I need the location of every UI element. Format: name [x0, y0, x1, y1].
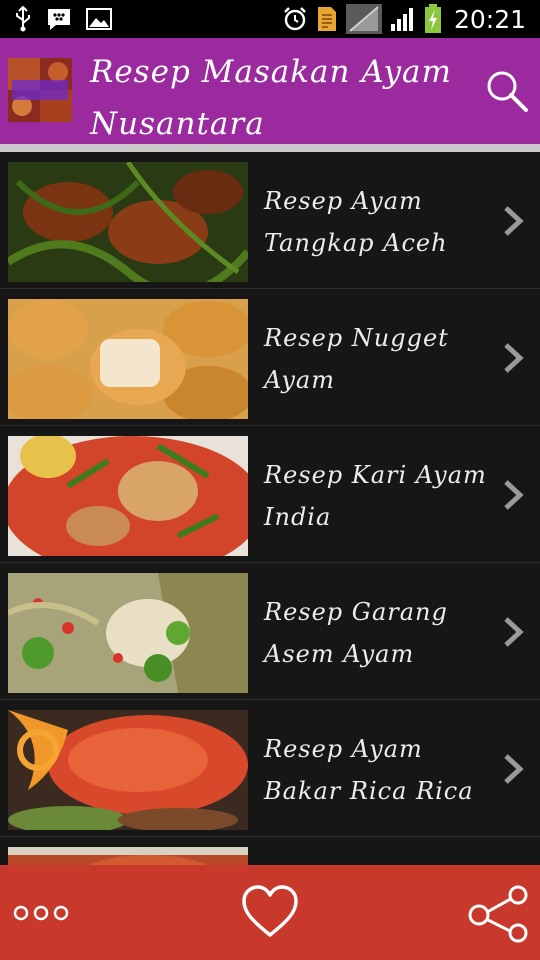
- bottom-action-bar: [0, 865, 540, 960]
- list-item[interactable]: Resep Kari Ayam India: [0, 426, 540, 563]
- alarm-icon: [284, 7, 306, 31]
- list-item-label: Resep Kari Ayam India: [264, 461, 487, 531]
- garang-asem-photo: [8, 573, 248, 693]
- share-icon[interactable]: [466, 885, 532, 943]
- clock: 20:21: [453, 4, 526, 34]
- image-icon: [86, 8, 112, 30]
- list-item[interactable]: Resep Ayam Tangkap Aceh: [0, 152, 540, 289]
- chevron-right-icon: [504, 480, 524, 510]
- list-item[interactable]: Resep Garang Asem Ayam: [0, 563, 540, 700]
- bbm-icon: [48, 9, 70, 30]
- chevron-right-icon: [504, 754, 524, 784]
- partial-photo: [8, 847, 248, 865]
- more-icon[interactable]: [12, 901, 72, 925]
- heart-icon[interactable]: [240, 883, 300, 941]
- usb-icon: [16, 6, 30, 32]
- battery-charging-icon: [424, 4, 441, 33]
- app-logo: [8, 58, 72, 122]
- list-item-label: Resep Ayam Bakar Rica Rica: [264, 735, 474, 805]
- kari-photo: [8, 436, 248, 556]
- status-bar: 20:21: [0, 0, 540, 38]
- chevron-right-icon: [504, 206, 524, 236]
- page-title: Resep Masakan Ayam Nusantara: [90, 54, 452, 142]
- list-item-label: Resep Garang Asem Ayam: [264, 598, 448, 668]
- document-icon: [317, 7, 336, 31]
- nugget-photo: [8, 299, 248, 419]
- app-bar: Resep Masakan Ayam Nusantara: [0, 38, 540, 144]
- app-bar-divider: [0, 144, 540, 152]
- list-item[interactable]: Resep Nugget Ayam: [0, 289, 540, 426]
- recipe-list[interactable]: Resep Ayam Tangkap Aceh Resep Nugget Aya…: [0, 152, 540, 865]
- search-icon[interactable]: [484, 68, 530, 114]
- no-signal-icon: [345, 4, 382, 34]
- chevron-right-icon: [504, 343, 524, 373]
- chevron-right-icon: [504, 617, 524, 647]
- ayam-bakar-photo: [8, 710, 248, 830]
- list-item[interactable]: Resep Ayam Bakar Rica Rica: [0, 700, 540, 837]
- signal-icon: [390, 8, 413, 31]
- list-item[interactable]: [0, 837, 540, 865]
- list-item-label: Resep Nugget Ayam: [264, 324, 449, 394]
- list-item-label: Resep Ayam Tangkap Aceh: [264, 187, 448, 257]
- ayam-tangkap-photo: [8, 162, 248, 282]
